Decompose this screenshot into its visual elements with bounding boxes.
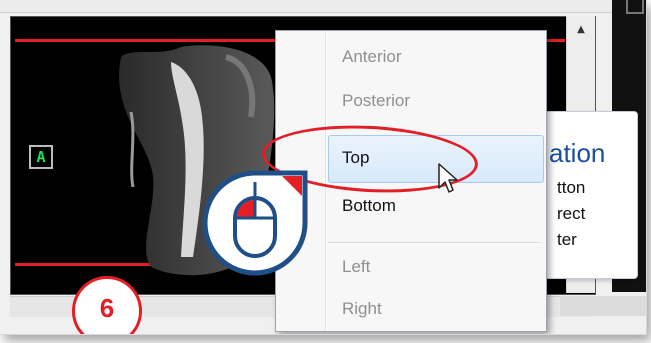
tooltip-line-3: ter <box>557 230 577 249</box>
left-click-mouse-icon <box>202 170 308 276</box>
tooltip-line-1: tton <box>557 178 586 197</box>
title-bar <box>0 0 646 13</box>
menu-separator <box>328 242 540 244</box>
scroll-up-arrow-icon[interactable]: ▲ <box>567 24 595 35</box>
mouse-pointer-icon <box>438 163 458 193</box>
menu-item-anterior[interactable]: Anterior <box>342 47 402 67</box>
menu-item-right[interactable]: Right <box>342 299 382 319</box>
menu-item-left[interactable]: Left <box>342 257 370 277</box>
tooltip-title: ation <box>549 138 606 168</box>
tooltip-line-2: rect <box>557 204 586 223</box>
screenshot-frame: A ▲ ation tton rect ter Anterior Posteri… <box>0 0 647 335</box>
orientation-marker-label: A <box>29 145 53 169</box>
menu-item-posterior[interactable]: Posterior <box>342 91 410 111</box>
step-number: 6 <box>99 293 115 323</box>
panel-corner-marker-icon <box>626 0 644 14</box>
bottom-status-strip-right <box>560 296 646 316</box>
menu-item-bottom[interactable]: Bottom <box>342 196 396 216</box>
